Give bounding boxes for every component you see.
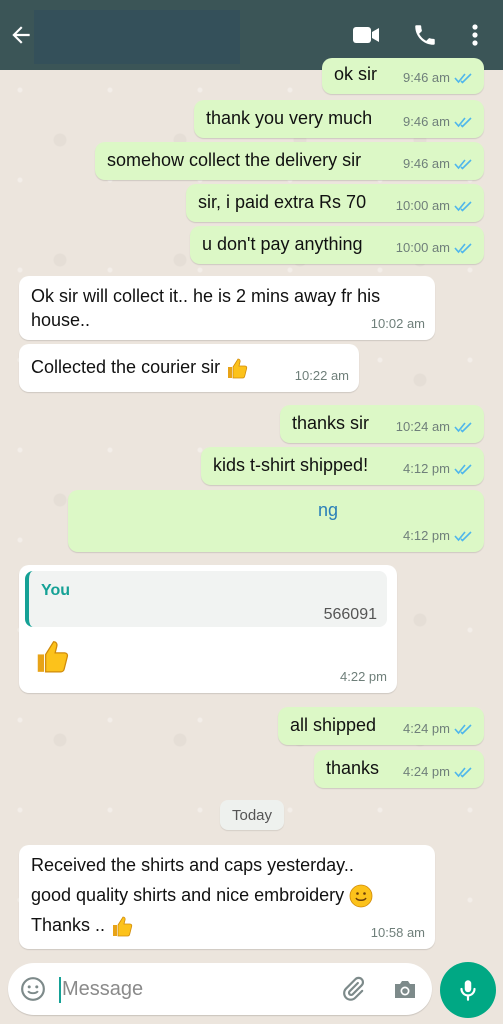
- emoji-icon[interactable]: [20, 976, 46, 1002]
- more-vert-icon[interactable]: [468, 22, 482, 48]
- message-meta: 4:12 pm: [403, 524, 474, 548]
- message-text: kids t-shirt shipped!: [213, 455, 369, 475]
- message-meta: 9:46 am: [403, 110, 474, 134]
- thumbs-up-emoji-icon: [37, 641, 69, 673]
- double-check-icon: [454, 464, 472, 475]
- smiley-emoji-icon: [349, 884, 373, 908]
- phone-icon[interactable]: [412, 22, 438, 48]
- quoted-author: You: [41, 582, 71, 599]
- message-bubble-out[interactable]: ok sir 9:46 am: [322, 58, 484, 94]
- message-list[interactable]: ok sir 9:46 am thank you very much 9:46 …: [0, 58, 503, 960]
- message-time: 4:22 pm: [340, 669, 387, 684]
- thumbs-up-emoji-icon: [228, 358, 248, 379]
- message-meta: 10:00 am: [396, 236, 474, 260]
- message-time: 9:46 am: [403, 156, 450, 171]
- message-text: thanks sir: [292, 413, 370, 433]
- double-check-icon: [454, 422, 472, 433]
- message-bubble-in[interactable]: You 566091 4:22 pm: [19, 565, 397, 693]
- message-bubble-out[interactable]: thank you very much 9:46 am: [194, 100, 484, 138]
- message-meta: 4:24 pm: [403, 717, 474, 741]
- message-text-row: Collected the courier sir: [31, 355, 249, 380]
- message-bubble-in[interactable]: Collected the courier sir 10:22 am: [19, 344, 359, 392]
- message-text: all shipped: [290, 715, 377, 735]
- double-check-icon: [454, 243, 472, 254]
- message-meta: 4:22 pm: [340, 665, 387, 689]
- message-bubble-out[interactable]: sir, i paid extra Rs 70 10:00 am: [186, 184, 484, 222]
- message-bubble-in[interactable]: Received the shirts and caps yesterday..…: [19, 845, 435, 949]
- message-meta: 10:24 am: [396, 415, 474, 439]
- message-time: 10:58 am: [370, 925, 425, 940]
- message-meta: 9:46 am: [403, 152, 474, 176]
- message-bubble-out[interactable]: thanks sir 10:24 am: [280, 405, 484, 443]
- message-time: 10:24 am: [395, 419, 450, 434]
- message-time: 9:46 am: [403, 70, 450, 85]
- message-time: 4:24 pm: [403, 764, 450, 779]
- message-time: 10:00 am: [395, 240, 450, 255]
- message-text-line: Received the shirts and caps yesterday..: [31, 855, 354, 875]
- message-time: 4:24 pm: [403, 721, 450, 736]
- message-text-line: house..: [31, 310, 91, 330]
- message-bubble-out[interactable]: ng 4:12 pm: [68, 490, 484, 552]
- message-text-line: good quality shirts and nice embroidery: [31, 885, 345, 905]
- message-time: 4:12 pm: [403, 461, 450, 476]
- message-text-row: Thanks ..: [31, 913, 134, 938]
- message-text-row: good quality shirts and nice embroidery: [31, 883, 373, 908]
- message-bubble-out[interactable]: u don't pay anything 10:00 am: [190, 226, 484, 264]
- message-composer: [8, 963, 432, 1015]
- message-time: 10:00 am: [395, 198, 450, 213]
- double-check-icon: [454, 159, 472, 170]
- message-meta: 10:58 am: [371, 921, 425, 945]
- message-meta: 10:00 am: [396, 194, 474, 218]
- microphone-icon: [460, 980, 476, 1001]
- double-check-icon: [454, 724, 472, 735]
- message-text: Collected the courier sir: [31, 357, 221, 377]
- message-time: 10:02 am: [370, 316, 425, 331]
- message-meta: 4:12 pm: [403, 457, 474, 481]
- message-text: thanks: [326, 758, 380, 778]
- quoted-text: 566091: [323, 606, 377, 623]
- message-text: sir, i paid extra Rs 70: [198, 192, 367, 212]
- message-bubble-in[interactable]: Ok sir will collect it.. he is 2 mins aw…: [19, 276, 435, 340]
- message-bubble-out[interactable]: all shipped 4:24 pm: [278, 707, 484, 745]
- voice-message-button[interactable]: [440, 962, 496, 1018]
- double-check-icon: [454, 531, 472, 542]
- message-text-line: Thanks ..: [31, 915, 106, 935]
- message-time: 4:12 pm: [403, 528, 450, 543]
- message-text: somehow collect the delivery sir: [107, 150, 362, 170]
- double-check-icon: [454, 767, 472, 778]
- contact-info-redacted[interactable]: [34, 10, 240, 64]
- message-link-text[interactable]: ng: [318, 498, 338, 522]
- message-time: 10:22 am: [294, 368, 349, 383]
- message-text: u don't pay anything: [202, 234, 363, 254]
- message-meta: 10:02 am: [371, 312, 425, 336]
- date-separator: Today: [220, 800, 284, 830]
- quoted-message[interactable]: You 566091: [25, 571, 387, 627]
- message-text: thank you very much: [206, 108, 373, 128]
- message-time: 9:46 am: [403, 114, 450, 129]
- message-text-line: Ok sir will collect it.. he is 2 mins aw…: [31, 286, 381, 306]
- double-check-icon: [454, 117, 472, 128]
- video-call-icon[interactable]: [352, 24, 380, 46]
- message-meta: 4:24 pm: [403, 760, 474, 784]
- camera-icon[interactable]: [392, 977, 418, 1001]
- paperclip-icon[interactable]: [340, 976, 366, 1002]
- message-bubble-out[interactable]: somehow collect the delivery sir 9:46 am: [95, 142, 484, 180]
- message-bubble-out[interactable]: thanks 4:24 pm: [314, 750, 484, 788]
- message-meta: 9:46 am: [403, 66, 474, 90]
- message-meta: 10:22 am: [295, 364, 349, 388]
- text-cursor: [59, 977, 61, 1003]
- arrow-left-icon[interactable]: [8, 22, 34, 48]
- message-input[interactable]: [62, 973, 312, 1005]
- double-check-icon: [454, 73, 472, 84]
- double-check-icon: [454, 201, 472, 212]
- thumbs-up-emoji-icon: [113, 916, 133, 937]
- message-text: ok sir: [334, 64, 378, 84]
- message-bubble-out[interactable]: kids t-shirt shipped! 4:12 pm: [201, 447, 484, 485]
